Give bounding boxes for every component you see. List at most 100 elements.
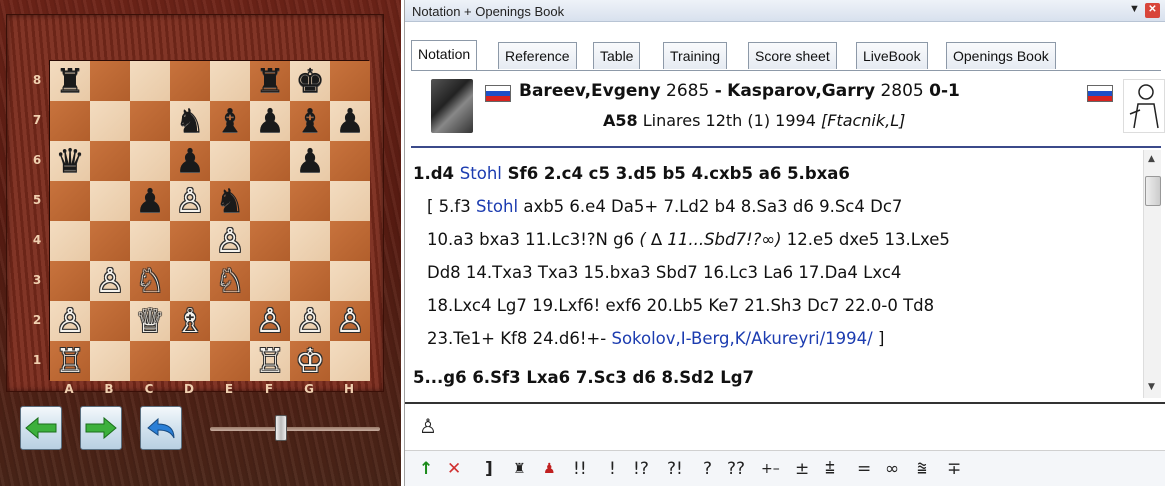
square-f4[interactable] (250, 221, 290, 261)
pawn-icon[interactable]: ♙ (419, 414, 437, 438)
symbol-brilliant[interactable]: !! (573, 457, 587, 481)
move-text[interactable]: 23.Te1+ Kf8 24.d6!+- (427, 329, 606, 348)
square-d7[interactable]: ♞ (170, 101, 210, 141)
tab-openings-book[interactable]: Openings Book (946, 42, 1056, 69)
square-h8[interactable] (330, 61, 370, 101)
rook-icon[interactable]: ♜ (513, 457, 526, 481)
symbol-white-clear[interactable]: ± (795, 457, 809, 481)
square-e1[interactable] (210, 341, 250, 381)
chess-piece[interactable]: ♜ (55, 61, 85, 101)
symbol-dubious[interactable]: ?! (667, 457, 683, 481)
symbol-white-slight[interactable]: ⩲ (825, 457, 835, 481)
chess-piece[interactable]: ♞ (175, 101, 205, 141)
symbol-white-winning[interactable]: +– (761, 457, 780, 481)
square-g6[interactable]: ♟ (290, 141, 330, 181)
square-b4[interactable] (90, 221, 130, 261)
square-a4[interactable] (50, 221, 90, 261)
move-text[interactable]: 5...g6 6.Sf3 Lxa6 7.Sc3 d6 8.Sd2 Lg7 (413, 368, 754, 387)
chess-piece[interactable]: ♖ (55, 341, 85, 381)
square-b2[interactable] (90, 301, 130, 341)
square-e2[interactable] (210, 301, 250, 341)
pawn-icon[interactable]: ♟ (543, 457, 556, 481)
chess-piece[interactable]: ♖ (255, 341, 285, 381)
square-d8[interactable] (170, 61, 210, 101)
chess-piece[interactable]: ♗ (175, 301, 205, 341)
notation-scrollbar[interactable]: ▲ ▼ (1143, 150, 1161, 398)
move-text[interactable]: axb5 6.e4 Da5+ 7.Ld2 b4 8.Sa3 d6 9.Sc4 D… (523, 197, 902, 216)
square-a5[interactable] (50, 181, 90, 221)
symbol-blunder[interactable]: ?? (727, 457, 745, 481)
square-b7[interactable] (90, 101, 130, 141)
square-g2[interactable]: ♙ (290, 301, 330, 341)
reference-link[interactable]: Stohl (460, 164, 502, 183)
chess-piece[interactable]: ♟ (255, 101, 285, 141)
square-a2[interactable]: ♙ (50, 301, 90, 341)
delete-icon[interactable]: ✕ (447, 457, 461, 481)
square-e3[interactable]: ♘ (210, 261, 250, 301)
square-d2[interactable]: ♗ (170, 301, 210, 341)
tab-table[interactable]: Table (593, 42, 641, 69)
chess-piece[interactable]: ♙ (55, 301, 85, 341)
square-d5[interactable]: ♙ (170, 181, 210, 221)
reference-link[interactable]: Stohl (476, 197, 518, 216)
sub-variation[interactable]: ( ∆ 11...Sbd7!?∞) (639, 230, 781, 249)
chess-piece[interactable]: ♙ (95, 261, 125, 301)
chess-piece[interactable]: ♟ (295, 141, 325, 181)
chess-piece[interactable]: ♙ (335, 301, 365, 341)
square-b6[interactable] (90, 141, 130, 181)
square-h4[interactable] (330, 221, 370, 261)
white-player-name[interactable]: Bareev,Evgeny (519, 81, 661, 101)
square-f2[interactable]: ♙ (250, 301, 290, 341)
square-f3[interactable] (250, 261, 290, 301)
square-d6[interactable]: ♟ (170, 141, 210, 181)
square-f6[interactable] (250, 141, 290, 181)
square-g4[interactable] (290, 221, 330, 261)
square-d3[interactable] (170, 261, 210, 301)
notation-text[interactable]: 1.d4 Stohl Sf6 2.c4 c5 3.d5 b5 4.cxb5 a6… (411, 160, 1139, 400)
chess-piece[interactable]: ♛ (55, 141, 85, 181)
chess-piece[interactable]: ♘ (135, 261, 165, 301)
move-text[interactable]: 12.e5 dxe5 13.Lxe5 (787, 230, 950, 249)
square-h6[interactable] (330, 141, 370, 181)
forward-button[interactable] (80, 406, 122, 450)
square-a1[interactable]: ♖ (50, 341, 90, 381)
square-c2[interactable]: ♕ (130, 301, 170, 341)
move-text[interactable]: 10.a3 bxa3 11.Lc3!?N g6 (427, 230, 634, 249)
chess-piece[interactable]: ♙ (295, 301, 325, 341)
speed-slider-track[interactable] (210, 427, 380, 431)
square-c3[interactable]: ♘ (130, 261, 170, 301)
chess-piece[interactable]: ♙ (175, 181, 205, 221)
square-c5[interactable]: ♟ (130, 181, 170, 221)
tab-livebook[interactable]: LiveBook (856, 42, 928, 69)
square-c1[interactable] (130, 341, 170, 381)
square-g1[interactable]: ♔ (290, 341, 330, 381)
square-b3[interactable]: ♙ (90, 261, 130, 301)
dropdown-icon[interactable]: ▼ (1129, 3, 1140, 15)
chess-piece[interactable]: ♝ (295, 101, 325, 141)
square-e7[interactable]: ♝ (210, 101, 250, 141)
tab-reference[interactable]: Reference (498, 42, 577, 69)
square-h1[interactable] (330, 341, 370, 381)
square-f5[interactable] (250, 181, 290, 221)
symbol-good[interactable]: ! (609, 457, 616, 481)
square-a3[interactable] (50, 261, 90, 301)
square-g8[interactable]: ♚ (290, 61, 330, 101)
square-h3[interactable] (330, 261, 370, 301)
square-c7[interactable] (130, 101, 170, 141)
tab-training[interactable]: Training (663, 42, 728, 69)
back-button[interactable] (20, 406, 62, 450)
square-c4[interactable] (130, 221, 170, 261)
square-c8[interactable] (130, 61, 170, 101)
square-g7[interactable]: ♝ (290, 101, 330, 141)
up-arrow-icon[interactable]: ↑ (419, 457, 433, 481)
undo-button[interactable] (140, 406, 182, 450)
move-text[interactable]: [ 5.f3 (427, 197, 471, 216)
square-g3[interactable] (290, 261, 330, 301)
chess-piece[interactable]: ♙ (215, 221, 245, 261)
symbol-unclear[interactable]: ∞ (885, 457, 899, 481)
tab-notation[interactable]: Notation (411, 40, 478, 70)
square-d4[interactable] (170, 221, 210, 261)
scroll-thumb[interactable] (1145, 176, 1161, 206)
symbol-interesting[interactable]: !? (633, 457, 649, 481)
bracket-button[interactable]: ] (485, 457, 493, 481)
